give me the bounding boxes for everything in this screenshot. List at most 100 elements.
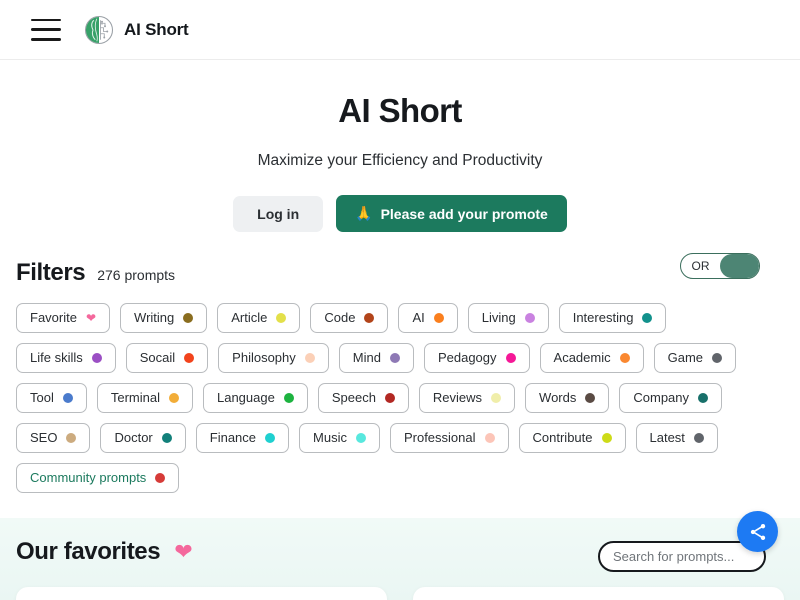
filter-chip-socail[interactable]: Socail: [126, 343, 208, 373]
brand-name: AI Short: [124, 20, 189, 40]
filter-chip-professional[interactable]: Professional: [390, 423, 509, 453]
filter-chip-latest[interactable]: Latest: [636, 423, 718, 453]
category-color-dot: [66, 433, 76, 443]
filter-chip-row: Community prompts: [16, 463, 784, 493]
category-color-dot: [712, 353, 722, 363]
hamburger-bar: [31, 19, 61, 22]
category-color-dot: [506, 353, 516, 363]
filter-chip-label: Professional: [404, 431, 476, 445]
filter-chip-label: Pedagogy: [438, 351, 497, 365]
filter-chip-favorite[interactable]: Favorite❤: [16, 303, 110, 333]
filter-chip-label: AI: [412, 311, 424, 325]
category-color-dot: [525, 313, 535, 323]
filter-chip-label: Writing: [134, 311, 174, 325]
filter-chip-game[interactable]: Game: [654, 343, 736, 373]
filter-chip-words[interactable]: Words: [525, 383, 609, 413]
filter-chip-reviews[interactable]: Reviews: [419, 383, 515, 413]
filter-chip-ai[interactable]: AI: [398, 303, 457, 333]
search-input[interactable]: [598, 541, 766, 572]
login-button[interactable]: Log in: [233, 196, 323, 232]
filter-chip-label: Latest: [650, 431, 685, 445]
filter-chip-academic[interactable]: Academic: [540, 343, 644, 373]
category-color-dot: [356, 433, 366, 443]
favorite-card[interactable]: ❤: [16, 587, 387, 600]
filter-chip-interesting[interactable]: Interesting: [559, 303, 667, 333]
filter-chip-living[interactable]: Living: [468, 303, 549, 333]
filter-chip-label: Tool: [30, 391, 54, 405]
filter-chip-label: Philosophy: [232, 351, 296, 365]
filter-chip-code[interactable]: Code: [310, 303, 388, 333]
filter-chip-pedagogy[interactable]: Pedagogy: [424, 343, 530, 373]
favorites-card-grid: ❤❤: [16, 587, 784, 600]
category-color-dot: [620, 353, 630, 363]
filter-chip-label: SEO: [30, 431, 57, 445]
category-color-dot: [434, 313, 444, 323]
or-toggle-label: OR: [681, 260, 720, 272]
filters-header: Filters 276 prompts OR: [16, 259, 784, 287]
filter-chip-label: Finance: [210, 431, 256, 445]
hamburger-menu-icon[interactable]: [31, 19, 61, 41]
filter-chip-seo[interactable]: SEO: [16, 423, 90, 453]
category-color-dot: [491, 393, 501, 403]
or-and-toggle[interactable]: OR: [680, 253, 760, 279]
hamburger-bar: [31, 38, 61, 41]
filter-chip-community-prompts[interactable]: Community prompts: [16, 463, 179, 493]
filter-chip-label: Language: [217, 391, 275, 405]
filter-chip-row: Favorite❤ Writing Article Code AI Living Inter…: [16, 303, 784, 333]
filter-chip-group: Favorite❤ Writing Article Code AI Living Inter…: [16, 303, 784, 493]
heart-icon: ❤: [174, 541, 192, 563]
filter-chip-label: Mind: [353, 351, 381, 365]
filter-chip-row: SEO Doctor Finance Music Professional Contrib…: [16, 423, 784, 453]
filter-chip-speech[interactable]: Speech: [318, 383, 409, 413]
category-color-dot: [183, 313, 193, 323]
or-toggle-knob: [720, 254, 759, 278]
add-promote-label: Please add your promote: [381, 206, 548, 222]
filter-chip-tool[interactable]: Tool: [16, 383, 87, 413]
category-color-dot: [155, 473, 165, 483]
share-button[interactable]: [737, 511, 778, 552]
prompt-count-label: 276 prompts: [97, 267, 175, 283]
category-color-dot: [602, 433, 612, 443]
category-color-dot: [485, 433, 495, 443]
category-color-dot: [642, 313, 652, 323]
filter-chip-philosophy[interactable]: Philosophy: [218, 343, 329, 373]
filter-chip-mind[interactable]: Mind: [339, 343, 414, 373]
filter-chip-doctor[interactable]: Doctor: [100, 423, 185, 453]
category-color-dot: [162, 433, 172, 443]
hamburger-bar: [31, 28, 61, 31]
share-icon: [748, 522, 768, 542]
filter-chip-finance[interactable]: Finance: [196, 423, 289, 453]
filter-chip-label: Company: [633, 391, 689, 405]
filter-chip-life-skills[interactable]: Life skills: [16, 343, 116, 373]
filter-chip-language[interactable]: Language: [203, 383, 308, 413]
filter-chip-label: Code: [324, 311, 355, 325]
favorites-title: Our favorites: [16, 538, 160, 566]
filter-chip-article[interactable]: Article: [217, 303, 300, 333]
add-promote-button[interactable]: 🙏 Please add your promote: [336, 195, 567, 232]
filter-chip-label: Life skills: [30, 351, 83, 365]
category-color-dot: [364, 313, 374, 323]
category-color-dot: [276, 313, 286, 323]
filter-chip-contribute[interactable]: Contribute: [519, 423, 626, 453]
filters-title: Filters: [16, 259, 85, 287]
filter-chip-writing[interactable]: Writing: [120, 303, 207, 333]
category-color-dot: [305, 353, 315, 363]
filter-chip-label: Favorite: [30, 311, 77, 325]
filter-chip-company[interactable]: Company: [619, 383, 722, 413]
category-color-dot: [390, 353, 400, 363]
category-color-dot: [698, 393, 708, 403]
filter-chip-label: Socail: [140, 351, 175, 365]
filter-chip-terminal[interactable]: Terminal: [97, 383, 193, 413]
filter-chip-music[interactable]: Music: [299, 423, 380, 453]
filter-chip-label: Speech: [332, 391, 376, 405]
filter-chip-label: Doctor: [114, 431, 152, 445]
brand-link[interactable]: AI Short: [84, 15, 189, 45]
filter-chip-row: Life skills Socail Philosophy Mind Pedagogy A…: [16, 343, 784, 373]
category-color-dot: [184, 353, 194, 363]
category-color-dot: [92, 353, 102, 363]
hero-subtitle: Maximize your Efficiency and Productivit…: [0, 152, 800, 170]
filter-chip-label: Living: [482, 311, 516, 325]
hero-section: AI Short Maximize your Efficiency and Pr…: [0, 60, 800, 232]
favorite-card[interactable]: ❤: [413, 587, 784, 600]
page-title: AI Short: [0, 92, 800, 130]
